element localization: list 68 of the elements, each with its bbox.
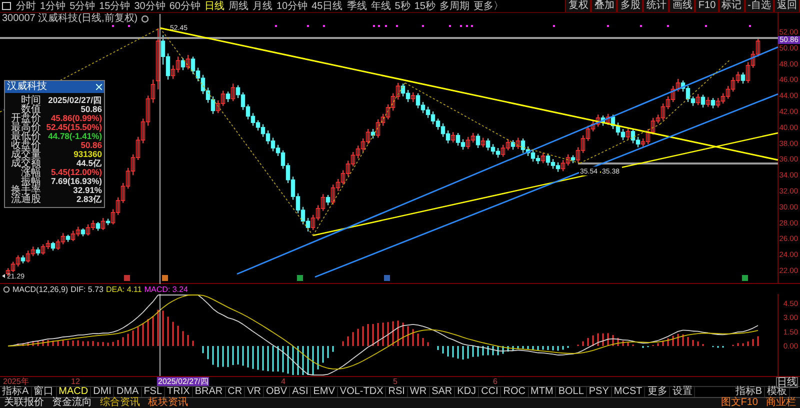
period-tab[interactable]: 5分钟 — [68, 0, 98, 12]
period-tab[interactable]: 15秒 — [412, 0, 438, 12]
bottom-button[interactable]: 商业栏 — [762, 398, 800, 408]
date-label: 5 — [392, 377, 398, 386]
toolbar-button[interactable]: -自选 — [744, 0, 774, 12]
field-label: 涨幅 — [21, 168, 41, 177]
field-label: 最高价 — [10, 123, 41, 132]
field-value: 44.5亿 — [75, 159, 103, 168]
bottom-button[interactable]: 图文F10 — [716, 398, 762, 408]
indicator-name: MACD(12,26,9) — [12, 284, 68, 294]
field-label: 开盘价 — [10, 114, 41, 123]
period-tab[interactable]: 多周期 — [437, 0, 472, 12]
period-tab[interactable]: 15分钟 — [97, 0, 132, 12]
field-value: 32.91% — [73, 186, 103, 195]
period-tab[interactable]: 60分钟 — [167, 0, 202, 12]
period-tab[interactable]: 30分钟 — [132, 0, 168, 12]
period-tab[interactable]: 1分钟 — [38, 0, 68, 12]
period-button[interactable]: 日线 — [776, 377, 798, 388]
period-tab[interactable]: 月线 — [250, 0, 274, 12]
field-label: 振幅 — [21, 177, 41, 186]
period-tab[interactable]: 10分钟 — [274, 0, 310, 12]
field-value: 45.86(0.99%) — [50, 114, 103, 123]
toolbar-button[interactable]: 画线 — [669, 0, 696, 12]
panel-title: 汉威科技 — [7, 81, 47, 93]
field-value: 2.83亿 — [75, 195, 103, 204]
field-label: 成交额 — [10, 159, 41, 168]
toolbar-button[interactable]: 多股 — [617, 0, 644, 12]
field-label: 成交量 — [10, 150, 41, 159]
field-label: 数值 — [21, 105, 41, 114]
field-label: 流通股 — [10, 195, 41, 204]
field-value: 2025/02/27/四 — [47, 96, 103, 105]
toolbar-button[interactable]: 返回 — [774, 0, 800, 12]
field-label: 最低价 — [10, 132, 41, 141]
field-value: 50.86 — [80, 105, 103, 114]
period-tab[interactable]: 季线 — [344, 0, 369, 12]
date-label: 2025/02/27/四 — [157, 377, 210, 386]
field-value: 5.45(12.00%) — [50, 168, 103, 177]
period-tab[interactable]: 5秒 — [392, 0, 412, 12]
period-tab[interactable]: 分时 — [14, 0, 38, 12]
dif-value: DIF: 5.73 — [70, 284, 104, 294]
field-value: 931360 — [72, 150, 103, 159]
bottom-tab[interactable]: 综合资讯 — [96, 398, 144, 408]
dea-value: DEA: 4.11 — [106, 284, 142, 294]
field-value: 50.86 — [80, 141, 103, 150]
bottom-tab[interactable]: 资金流向 — [48, 398, 96, 408]
field-value: 7.69(16.93%) — [50, 177, 103, 186]
toolbar-button[interactable]: F10 — [695, 0, 719, 12]
field-label: 时间 — [20, 96, 41, 105]
period-tab[interactable]: 周线 — [226, 0, 250, 12]
period-tab[interactable]: 更多〉 — [471, 0, 506, 12]
bottom-tab[interactable]: 关联报价 — [0, 398, 48, 408]
field-value: 52.45(15.50%) — [45, 123, 103, 132]
period-tab[interactable]: 日线 — [202, 0, 226, 12]
date-label: 6 — [492, 377, 498, 386]
toolbar-button[interactable]: 标记 — [718, 0, 745, 12]
field-label: 换手率 — [10, 186, 41, 195]
bottom-tab[interactable]: 板块资讯 — [144, 398, 192, 408]
toolbar-button[interactable]: 叠加 — [591, 0, 618, 12]
period-tab[interactable]: 年线 — [368, 0, 393, 12]
field-value: 44.78(-1.41%) — [48, 132, 103, 141]
toolbar-button[interactable]: 复权 — [565, 0, 592, 12]
date-label: 4 — [280, 377, 286, 386]
stock-title: 300007 汉威科技(日线,前复权) — [2, 13, 138, 24]
date-label: 12 — [70, 377, 81, 386]
period-tab[interactable]: 45日线 — [310, 0, 345, 12]
field-label: 收盘价 — [10, 141, 41, 150]
macd-value: MACD: 3.24 — [144, 284, 188, 294]
date-label: 2025年 — [3, 377, 30, 386]
